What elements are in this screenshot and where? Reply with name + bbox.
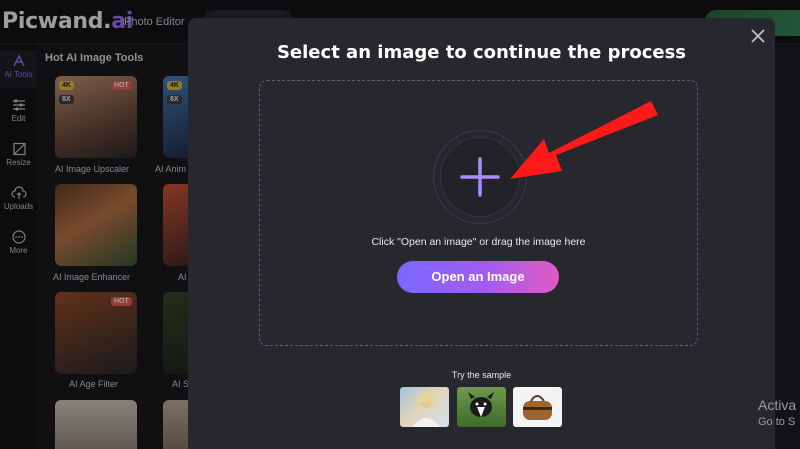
windows-goto-settings-watermark: Go to S — [758, 416, 796, 428]
windows-activate-watermark: Activa — [758, 397, 797, 413]
sample-dog-image[interactable] — [457, 387, 506, 427]
red-arrow-annotation — [510, 101, 658, 179]
sample-bag-image[interactable] — [513, 387, 562, 427]
open-image-button[interactable]: Open an Image — [397, 261, 559, 293]
select-image-modal: Select an image to continue the process … — [188, 18, 775, 449]
sample-label: Try the sample — [451, 370, 512, 380]
modal-title: Select an image to continue the process — [276, 42, 687, 63]
drop-hint: Click "Open an image" or drag the image … — [371, 236, 586, 248]
sample-woman-image[interactable] — [400, 387, 449, 427]
close-icon[interactable] — [750, 28, 766, 44]
